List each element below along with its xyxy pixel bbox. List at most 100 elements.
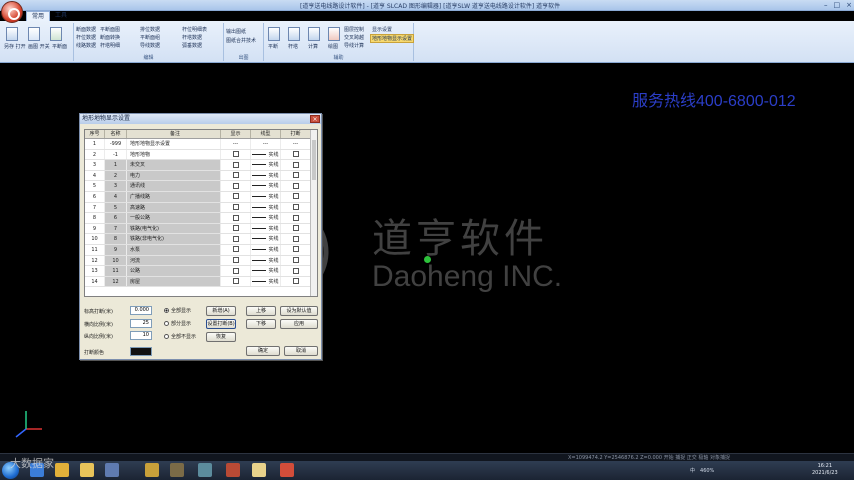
cell-show[interactable]: --- xyxy=(221,139,251,149)
cell-break[interactable] xyxy=(281,266,311,276)
cell-linetype[interactable]: 实线 xyxy=(251,244,281,255)
break-checkbox[interactable] xyxy=(292,172,299,179)
ribbon-btn-paint[interactable]: 绘图 xyxy=(328,43,338,50)
table-row[interactable]: 5 3 通讯线 实线 xyxy=(85,181,317,192)
cell-break[interactable] xyxy=(281,255,311,266)
calc-icon[interactable] xyxy=(308,27,320,41)
cell-break[interactable] xyxy=(281,149,311,160)
ribbon-btn-5[interactable]: 断面转换 xyxy=(100,34,120,41)
cell-linetype[interactable]: 实线 xyxy=(251,181,281,191)
show-checkbox[interactable] xyxy=(232,278,239,285)
app-icon-4[interactable] xyxy=(198,463,212,477)
cell-show[interactable] xyxy=(221,244,251,255)
ribbon-btn-11[interactable]: 杆塔数据 xyxy=(182,34,202,41)
color-picker[interactable] xyxy=(130,347,152,356)
show-checkbox[interactable] xyxy=(232,257,239,264)
table-row[interactable]: 8 6 一般公路 实线 xyxy=(85,213,317,224)
ribbon-btn-12[interactable]: 弧垂数据 xyxy=(182,42,202,49)
show-checkbox[interactable] xyxy=(232,151,239,158)
app-icon-1[interactable] xyxy=(105,463,119,477)
tray-lang[interactable]: 中 xyxy=(690,467,695,474)
profile-icon[interactable] xyxy=(50,27,62,41)
save-default-button[interactable]: 设为默认值 xyxy=(280,306,318,316)
cell-break[interactable] xyxy=(281,170,311,181)
cell-linetype[interactable]: 实线 xyxy=(251,202,281,213)
show-checkbox[interactable] xyxy=(232,161,239,168)
ribbon-btn-10[interactable]: 杆位明细表 xyxy=(182,26,207,33)
set-break-button[interactable]: 设置打断(B) xyxy=(206,319,236,329)
tab-tools[interactable]: 工具 xyxy=(50,11,72,21)
ribbon-btn-6[interactable]: 杆塔明细 xyxy=(100,42,120,49)
cell-linetype[interactable]: 实线 xyxy=(251,255,281,266)
break-checkbox[interactable] xyxy=(292,193,299,200)
cell-show[interactable] xyxy=(221,160,251,170)
draw-icon[interactable] xyxy=(328,27,340,41)
close-icon[interactable]: × xyxy=(846,1,852,9)
cell-show[interactable] xyxy=(221,149,251,160)
cell-break[interactable] xyxy=(281,191,311,202)
ribbon-btn-profile[interactable]: 平断面 xyxy=(52,43,67,50)
app-icon-3[interactable] xyxy=(170,463,184,477)
table-row[interactable]: 3 1 未交叉 实线 xyxy=(85,160,317,171)
radio-none-dot[interactable] xyxy=(164,334,169,339)
break-checkbox[interactable] xyxy=(292,225,299,232)
break-checkbox[interactable] xyxy=(292,257,299,264)
ribbon-btn-3[interactable]: 线路数据 xyxy=(76,42,96,49)
cell-linetype[interactable]: 实线 xyxy=(251,266,281,276)
cell-show[interactable] xyxy=(221,234,251,244)
minimize-icon[interactable]: – xyxy=(824,1,828,9)
table-row[interactable]: 4 2 电力 实线 xyxy=(85,170,317,182)
cell-show[interactable] xyxy=(221,202,251,213)
cell-linetype[interactable]: 实线 xyxy=(251,170,281,181)
scale-input[interactable]: 10 xyxy=(130,331,152,340)
folder-icon[interactable] xyxy=(80,463,94,477)
radio-all-dot[interactable] xyxy=(164,308,169,313)
cell-break[interactable] xyxy=(281,181,311,191)
break-checkbox[interactable] xyxy=(292,278,299,285)
show-checkbox[interactable] xyxy=(232,267,239,274)
add-button[interactable]: 新增(A) xyxy=(206,306,236,316)
show-checkbox[interactable] xyxy=(232,182,239,189)
restore-button[interactable]: 恢复 xyxy=(206,332,236,342)
ribbon-btn-cross[interactable]: 交叉跨越 xyxy=(344,34,364,41)
scroll-thumb[interactable] xyxy=(312,140,316,180)
cell-linetype[interactable]: 实线 xyxy=(251,191,281,202)
table-row[interactable]: 2 -1 地形地物 实线 xyxy=(85,149,317,161)
ribbon-btn-terrain-display[interactable]: 地形地物显示设置 xyxy=(370,34,415,43)
save-icon[interactable] xyxy=(6,27,18,41)
ribbon-btn-2[interactable]: 杆位数据 xyxy=(76,34,96,41)
radio-none[interactable]: 全部不显示 xyxy=(164,333,196,340)
cell-break[interactable] xyxy=(281,223,311,234)
down-button[interactable]: 下移 xyxy=(246,319,276,329)
cancel-button[interactable]: 取消 xyxy=(284,346,318,356)
ribbon-btn-save[interactable]: 另存 打开 xyxy=(4,43,26,50)
tab-common[interactable]: 常用 xyxy=(26,11,51,21)
apply-button[interactable]: 应用 xyxy=(280,319,318,329)
ribbon-btn-calc[interactable]: 计算 xyxy=(308,43,318,50)
col-name[interactable]: 名称 xyxy=(105,130,127,138)
ribbon-btn-7[interactable]: 排位数据 xyxy=(140,26,160,33)
cell-break[interactable]: --- xyxy=(281,139,311,149)
app-icon-5[interactable] xyxy=(226,463,240,477)
ribbon-btn-layer[interactable]: 图层控制 xyxy=(344,26,364,33)
close-icon[interactable]: × xyxy=(310,115,320,123)
break-checkbox[interactable] xyxy=(292,204,299,211)
cell-break[interactable] xyxy=(281,234,311,244)
cell-show[interactable] xyxy=(221,181,251,191)
ribbon-btn-9[interactable]: 导线数据 xyxy=(140,42,160,49)
ribbon-btn-4[interactable]: 平断面图 xyxy=(100,26,120,33)
ribbon-btn-1[interactable]: 断面数据 xyxy=(76,26,96,33)
radio-part[interactable]: 部分显示 xyxy=(164,320,191,327)
cell-show[interactable] xyxy=(221,213,251,223)
show-checkbox[interactable] xyxy=(232,193,239,200)
cell-linetype[interactable]: 实线 xyxy=(251,213,281,223)
maximize-icon[interactable]: □ xyxy=(834,1,841,9)
app-icon-7[interactable] xyxy=(280,463,294,477)
cell-linetype[interactable]: 实线 xyxy=(251,223,281,234)
table-row[interactable]: 1 -999 地形地物显示设置 --- --- --- xyxy=(85,139,317,150)
table-row[interactable]: 11 9 水泵 实线 xyxy=(85,244,317,256)
ribbon-btn-tower[interactable]: 杆塔 xyxy=(288,43,298,50)
show-checkbox[interactable] xyxy=(232,172,239,179)
cell-break[interactable] xyxy=(281,244,311,255)
table-row[interactable]: 14 12 房屋 实线 xyxy=(85,276,317,288)
